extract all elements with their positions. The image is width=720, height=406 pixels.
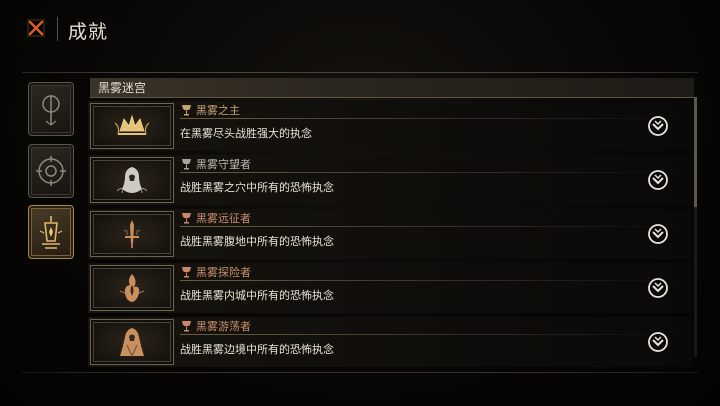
- achievement-thumbnail: [90, 211, 174, 257]
- trophy-cup-icon: [182, 105, 191, 116]
- name-underline: [180, 118, 680, 119]
- trophy-cup-icon: [182, 159, 191, 170]
- category-tab-3[interactable]: [28, 205, 74, 259]
- achievement-name: 黑雾远征者: [196, 212, 251, 225]
- achievement-thumbnail: [90, 103, 174, 149]
- achievement-description: 战胜黑雾内城中所有的恐怖执念: [180, 289, 334, 302]
- section-title: 黑雾迷宫: [98, 81, 147, 95]
- hooded-figure-icon: [116, 167, 148, 194]
- completed-status-icon: [648, 332, 668, 352]
- achievement-row[interactable]: 黑雾之主 在黑雾尽头战胜强大的执念: [88, 101, 692, 151]
- achievement-name: 黑雾之主: [196, 104, 240, 117]
- achievement-thumbnail: [90, 157, 174, 203]
- achievement-row[interactable]: 黑雾远征者 战胜黑雾腹地中所有的恐怖执念: [88, 209, 692, 259]
- name-underline: [180, 280, 680, 281]
- trophy-cup-icon: [182, 321, 191, 332]
- close-x-icon: [27, 19, 45, 37]
- close-button[interactable]: [24, 16, 48, 40]
- trophy-cup-icon: [182, 267, 191, 278]
- category-tab-1[interactable]: [28, 82, 74, 136]
- page-title: 成就: [68, 21, 109, 43]
- trophy-cup-icon: [182, 213, 191, 224]
- section-header: 黑雾迷宫: [90, 78, 694, 98]
- achievement-name: 黑雾探险者: [196, 266, 251, 279]
- bottom-divider: [22, 372, 698, 373]
- completed-status-icon: [648, 278, 668, 298]
- achievement-name: 黑雾游荡者: [196, 320, 251, 333]
- completed-status-icon: [648, 224, 668, 244]
- achievement-thumbnail: [90, 319, 174, 365]
- name-underline: [180, 226, 680, 227]
- achievement-description: 在黑雾尽头战胜强大的执念: [180, 127, 312, 140]
- achievement-description: 战胜黑雾腹地中所有的恐怖执念: [180, 235, 334, 248]
- achievement-row[interactable]: 黑雾游荡者 战胜黑雾边境中所有的恐怖执念: [88, 317, 692, 367]
- flame-sigil-icon: [119, 274, 145, 302]
- achievement-row[interactable]: 黑雾探险者 战胜黑雾内城中所有的恐怖执念: [88, 263, 692, 313]
- achievement-name: 黑雾守望者: [196, 158, 251, 171]
- header-divider: [57, 17, 58, 41]
- scrollbar-thumb[interactable]: [694, 97, 697, 207]
- name-underline: [180, 172, 680, 173]
- top-divider: [22, 72, 698, 73]
- achievement-description: 战胜黑雾边境中所有的恐怖执念: [180, 343, 334, 356]
- completed-status-icon: [648, 116, 668, 136]
- achievement-thumbnail: [90, 265, 174, 311]
- crown-crest-icon: [114, 114, 150, 136]
- achievement-row[interactable]: 黑雾守望者 战胜黑雾之穴中所有的恐怖执念: [88, 155, 692, 205]
- staff-sigil-icon: [42, 95, 60, 126]
- sword-emblem-icon: [123, 220, 141, 248]
- category-tab-2[interactable]: [28, 144, 74, 198]
- cloaked-wanderer-icon: [120, 328, 144, 358]
- lantern-emblem-icon: [39, 216, 63, 249]
- achievement-description: 战胜黑雾之穴中所有的恐怖执念: [180, 181, 334, 194]
- target-rune-icon: [36, 156, 66, 186]
- completed-status-icon: [648, 170, 668, 190]
- name-underline: [180, 334, 680, 335]
